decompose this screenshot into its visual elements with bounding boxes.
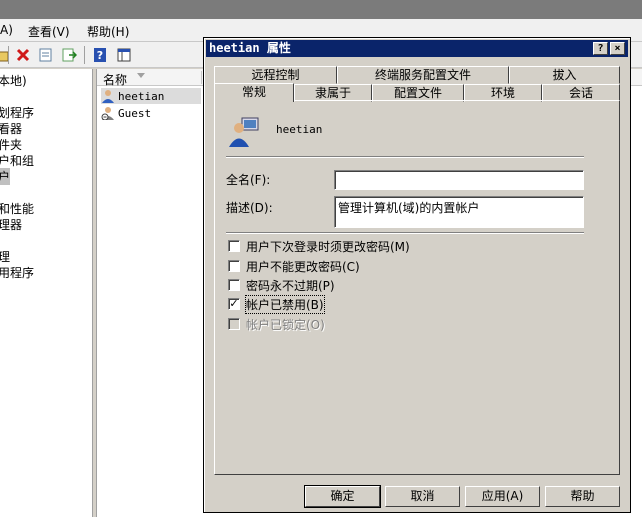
account-username: heetian	[276, 123, 323, 136]
must-change-password-label[interactable]: 用户下次登录时须更改密码(M)	[246, 238, 410, 255]
divider	[226, 156, 584, 158]
mmc-title-bar	[0, 0, 642, 19]
divider	[226, 232, 584, 234]
help-button[interactable]: 帮助	[545, 486, 620, 507]
tab-dial-in[interactable]: 拔入	[509, 66, 620, 84]
delete-icon	[16, 48, 30, 62]
account-locked-label: 帐户已锁定(O)	[246, 318, 325, 332]
help-title-button[interactable]: ?	[593, 42, 608, 55]
user-icon	[102, 90, 114, 103]
tree-item[interactable]: 户和组	[0, 152, 34, 169]
console-tree[interactable]: 本地) 划程序 看器 件夹 户和组 户 和性能 理器 理 用程序	[0, 69, 93, 517]
apply-button[interactable]: 应用(A)	[465, 486, 540, 507]
pane-icon	[117, 48, 131, 62]
account-locked-checkbox	[228, 318, 240, 330]
dialog-title-user: heetian	[209, 41, 260, 55]
tree-item[interactable]: 理器	[0, 216, 22, 233]
properties-icon	[39, 48, 52, 62]
list-item[interactable]: heetian	[101, 88, 201, 104]
description-field[interactable]: 管理计算机(域)的内置帐户	[334, 196, 584, 228]
menu-view[interactable]: 查看(V)	[28, 23, 70, 40]
account-disabled-label[interactable]: 帐户已禁用(B)	[245, 295, 325, 314]
must-change-password-checkbox[interactable]	[228, 240, 240, 252]
fullname-field[interactable]	[334, 170, 584, 190]
description-label: 描述(D):	[226, 201, 273, 215]
cancel-button[interactable]: 取消	[385, 486, 460, 507]
tab-terminal-services-profile[interactable]: 终端服务配置文件	[337, 66, 509, 84]
ok-button[interactable]: 确定	[304, 485, 381, 508]
tree-item[interactable]: 划程序	[0, 104, 34, 121]
dialog-title-suffix: 属性	[266, 41, 291, 55]
password-never-expires-checkbox[interactable]	[228, 279, 240, 291]
tree-item[interactable]: 理	[0, 248, 10, 265]
column-name-label[interactable]: 名称	[103, 71, 127, 88]
dialog-title-bar[interactable]: heetian 属性 ? ×	[206, 40, 628, 57]
menu-action[interactable]: A)	[0, 23, 13, 37]
help-toolbar-button[interactable]: ?	[90, 45, 110, 65]
svg-text:?: ?	[97, 49, 103, 62]
disabled-user-icon	[101, 107, 114, 120]
user-icon	[229, 117, 259, 147]
cannot-change-password-checkbox[interactable]	[228, 260, 240, 272]
toolbar-separator	[8, 46, 9, 64]
cannot-change-password-label[interactable]: 用户不能更改密码(C)	[246, 258, 360, 275]
password-never-expires-label[interactable]: 密码永不过期(P)	[246, 277, 335, 294]
sort-arrow-icon	[137, 73, 145, 78]
column-divider[interactable]	[201, 71, 202, 84]
tree-item[interactable]: 和性能	[0, 200, 34, 217]
properties-button[interactable]	[36, 45, 56, 65]
export-button[interactable]	[59, 45, 79, 65]
help-icon: ?	[94, 48, 106, 62]
tree-item[interactable]: 看器	[0, 120, 22, 137]
export-list-icon	[62, 48, 77, 62]
list-item[interactable]: Guest	[101, 105, 201, 121]
user-name: Guest	[118, 106, 152, 120]
menu-help[interactable]: 帮助(H)	[87, 23, 129, 40]
show-hide-pane-button[interactable]	[114, 45, 134, 65]
tab-general[interactable]: 常规	[214, 83, 294, 102]
user-properties-dialog: heetian 属性 ? × 远程控制 终端服务配置文件 拔入 常规 隶属于 配…	[203, 37, 631, 513]
toolbar-separator	[84, 46, 85, 64]
tree-item-users[interactable]: 户	[0, 168, 11, 185]
tree-item[interactable]: 件夹	[0, 136, 22, 153]
tree-item[interactable]: 本地)	[0, 72, 27, 89]
delete-button[interactable]	[13, 45, 33, 65]
account-disabled-checkbox[interactable]: ✓	[228, 298, 240, 310]
tab-remote-control[interactable]: 远程控制	[214, 66, 337, 84]
toolbar-partial-button[interactable]	[0, 45, 12, 65]
tree-item[interactable]: 用程序	[0, 264, 34, 281]
user-name: heetian	[118, 89, 165, 103]
close-button[interactable]: ×	[610, 42, 625, 55]
fullname-label: 全名(F):	[226, 173, 271, 187]
